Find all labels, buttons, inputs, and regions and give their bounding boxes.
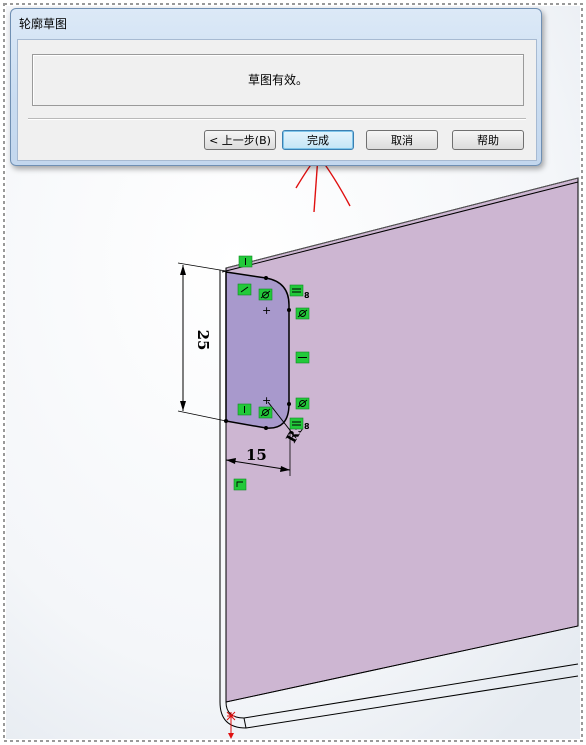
finish-button[interactable]: 完成 [282, 130, 354, 150]
relation-vertical-right[interactable] [295, 351, 310, 364]
separator [28, 118, 526, 120]
sketch-point[interactable] [264, 426, 268, 430]
sketch-point[interactable] [264, 276, 268, 280]
dim-width[interactable]: 15 [246, 446, 267, 464]
cancel-button[interactable]: 取消 [366, 130, 438, 150]
relation-vertical-left[interactable] [237, 403, 252, 416]
sheet-face[interactable] [225, 177, 579, 703]
dialog-body: 草图有效。 < 上一步(B) 完成 取消 帮助 [17, 39, 537, 161]
sketch-profile[interactable] [225, 271, 290, 429]
relation-tangent[interactable] [258, 288, 273, 301]
svg-text:8: 8 [304, 422, 310, 431]
sketch-dialog: 轮廓草图 草图有效。 < 上一步(B) 完成 取消 帮助 [10, 8, 542, 166]
relation-tangent[interactable] [295, 397, 310, 410]
relation-horizontal-top[interactable] [238, 255, 253, 268]
sketch-point[interactable] [287, 402, 291, 406]
relation-tangent[interactable] [258, 406, 273, 419]
relation-fixed[interactable] [233, 478, 247, 491]
dim-height[interactable]: 25 [194, 330, 212, 351]
svg-text:8: 8 [304, 291, 310, 300]
relation-tangent[interactable] [295, 307, 310, 320]
help-button[interactable]: 帮助 [452, 130, 524, 150]
arc-center-mark: + [262, 304, 271, 317]
dialog-title: 轮廓草图 [19, 17, 68, 31]
relation-coincident[interactable] [237, 283, 252, 296]
status-message: 草图有效。 [247, 73, 308, 87]
message-box: 草图有效。 [32, 54, 524, 106]
back-button[interactable]: < 上一步(B) [204, 130, 276, 150]
sketch-point[interactable] [287, 308, 291, 312]
